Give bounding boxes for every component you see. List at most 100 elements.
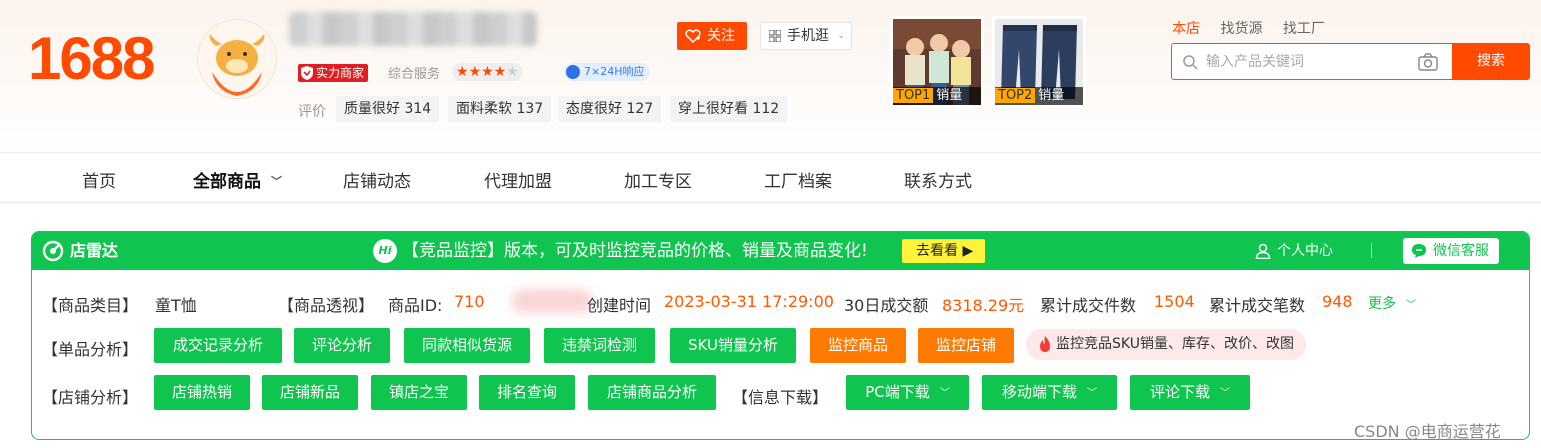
radar-logo-icon bbox=[42, 240, 64, 262]
shop-new-items-button[interactable]: 店铺新品 bbox=[262, 375, 358, 410]
ranking-query-button[interactable]: 排名查询 bbox=[479, 375, 575, 410]
site-logo[interactable]: 1688 bbox=[28, 26, 155, 92]
review-download-label: 评论下载 bbox=[1149, 383, 1210, 401]
single-analysis-label: 【单品分析】 bbox=[42, 340, 139, 359]
tab-find-source[interactable]: 找货源 bbox=[1220, 21, 1262, 37]
shop-nav: 首页 全部商品 ﹀ 店铺动态 代理加盟 加工专区 工厂档案 联系方式 bbox=[0, 152, 1541, 204]
top-rank-type: 销量 bbox=[1038, 88, 1065, 103]
shop-name-blurred bbox=[289, 12, 537, 46]
eval-tag[interactable]: 质量很好 314 bbox=[336, 96, 440, 122]
category-value: 童T恤 bbox=[155, 296, 197, 315]
created-label: 创建时间 bbox=[587, 296, 652, 315]
cow-mascot-icon bbox=[198, 20, 276, 98]
response-badge-label: 7×24H响应 bbox=[584, 65, 645, 78]
follow-label: 关注 bbox=[707, 28, 735, 44]
tab-find-factory[interactable]: 找工厂 bbox=[1283, 21, 1325, 37]
top-product-1[interactable]: TOP1 销量 bbox=[890, 16, 984, 108]
review-analysis-button[interactable]: 评论分析 bbox=[294, 328, 390, 363]
more-label: 更多 bbox=[1368, 296, 1396, 312]
shield-icon bbox=[301, 66, 313, 80]
nav-contact[interactable]: 联系方式 bbox=[904, 167, 972, 192]
plugin-promo-message: 【竞品监控】版本，可及时监控竞品的价格、销量及商品变化! bbox=[402, 241, 868, 261]
star-icon: ★ bbox=[493, 64, 507, 80]
sku-sales-analysis-button[interactable]: SKU销量分析 bbox=[670, 328, 796, 363]
service-rating: ★ ★ ★ ★ ★ bbox=[452, 63, 523, 81]
search-scope-tabs: 本店 找货源 找工厂 bbox=[1172, 18, 1341, 38]
product-id-label: 商品ID: bbox=[388, 296, 443, 315]
mobile-download-button[interactable]: 移动端下载 ﹀ bbox=[982, 375, 1117, 410]
monitor-sku-pill[interactable]: 监控竞品SKU销量、库存、改价、改图 bbox=[1026, 329, 1306, 360]
watermark: CSDN @电商运营花 bbox=[1354, 422, 1501, 441]
hi-icon: Hi bbox=[373, 239, 397, 263]
nav-shop-news[interactable]: 店铺动态 bbox=[343, 167, 411, 192]
search-icon bbox=[1183, 55, 1198, 70]
search-button[interactable]: 搜索 bbox=[1452, 43, 1530, 80]
grid-icon bbox=[769, 30, 781, 42]
go-see-button[interactable]: 去看看 ▶ bbox=[902, 239, 986, 263]
shop-avatar[interactable] bbox=[198, 20, 276, 98]
sales30-value: 8318.29元 bbox=[942, 296, 1025, 315]
strength-merchant-label: 实力商家 bbox=[316, 66, 365, 80]
banned-word-check-button[interactable]: 违禁词检测 bbox=[544, 328, 655, 363]
divider bbox=[1371, 243, 1372, 258]
tab-this-shop[interactable]: 本店 bbox=[1172, 21, 1200, 37]
shop-treasure-button[interactable]: 镇店之宝 bbox=[371, 375, 467, 410]
top-product-label: TOP1 销量 bbox=[893, 87, 981, 105]
star-icon: ★ bbox=[468, 64, 482, 80]
similar-source-button[interactable]: 同款相似货源 bbox=[404, 328, 530, 363]
nav-factory-profile[interactable]: 工厂档案 bbox=[764, 167, 832, 192]
monitor-shop-button[interactable]: 监控店铺 bbox=[918, 328, 1014, 363]
nav-all-products[interactable]: 全部商品 ﹀ bbox=[193, 167, 282, 192]
wechat-service-button[interactable]: 微信客服 bbox=[1403, 238, 1499, 264]
evaluation-label: 评价 bbox=[298, 104, 326, 120]
orders-value: 948 bbox=[1322, 292, 1353, 311]
shop-analysis-label: 【店铺分析】 bbox=[42, 388, 139, 407]
play-arrow-icon: ▶ bbox=[962, 243, 974, 259]
orders-label: 累计成交笔数 bbox=[1209, 296, 1306, 315]
review-download-button[interactable]: 评论下载 ﹀ bbox=[1130, 375, 1250, 410]
wechat-service-label: 微信客服 bbox=[1433, 243, 1489, 259]
mobile-browse-button[interactable]: 手机逛 ⌄ bbox=[760, 22, 852, 50]
clock-icon bbox=[566, 65, 580, 79]
go-see-label: 去看看 bbox=[916, 243, 958, 259]
strength-merchant-badge: 实力商家 bbox=[298, 64, 369, 82]
search-input[interactable] bbox=[1206, 51, 1406, 73]
user-center-link[interactable]: 个人中心 bbox=[1255, 241, 1333, 261]
response-badge: 7×24H响应 bbox=[564, 63, 651, 81]
chat-bubble-icon bbox=[1412, 244, 1426, 258]
user-center-label: 个人中心 bbox=[1277, 243, 1333, 259]
eval-tag[interactable]: 穿上很好看 112 bbox=[670, 96, 788, 122]
eval-tag[interactable]: 面料柔软 137 bbox=[448, 96, 552, 122]
chevron-down-icon: ﹀ bbox=[1220, 388, 1230, 399]
pieces-label: 累计成交件数 bbox=[1040, 296, 1137, 315]
flame-icon bbox=[1040, 336, 1050, 352]
pieces-value: 1504 bbox=[1154, 292, 1195, 311]
product-id-value: 710 bbox=[454, 292, 485, 311]
download-label: 【信息下载】 bbox=[732, 388, 829, 407]
follow-button[interactable]: 关注 bbox=[677, 22, 747, 50]
nav-home[interactable]: 首页 bbox=[82, 167, 116, 192]
chevron-down-icon: ﹀ bbox=[1087, 388, 1097, 399]
shop-hot-sales-button[interactable]: 店铺热销 bbox=[154, 375, 250, 410]
chevron-down-icon: ﹀ bbox=[271, 175, 282, 188]
mobile-browse-label: 手机逛 bbox=[787, 28, 829, 44]
search-box bbox=[1171, 43, 1453, 80]
plugin-logo[interactable]: 店雷达 bbox=[42, 240, 118, 262]
trade-record-analysis-button[interactable]: 成交记录分析 bbox=[154, 328, 282, 363]
top-product-2[interactable]: TOP2 销量 bbox=[992, 16, 1086, 108]
nav-processing[interactable]: 加工专区 bbox=[624, 167, 692, 192]
eval-tag[interactable]: 态度很好 127 bbox=[558, 96, 662, 122]
star-icon: ★ bbox=[456, 64, 469, 80]
monitor-product-button[interactable]: 监控商品 bbox=[810, 328, 906, 363]
product-id-blurred bbox=[512, 289, 592, 313]
top-rank: TOP2 bbox=[995, 88, 1036, 103]
more-toggle[interactable]: 更多 ﹀ bbox=[1368, 293, 1416, 313]
sales30-label: 30日成交额 bbox=[844, 296, 929, 315]
mobile-download-label: 移动端下载 bbox=[1001, 383, 1077, 401]
insight-label: 【商品透视】 bbox=[278, 296, 375, 315]
nav-all-products-label: 全部商品 bbox=[193, 172, 261, 192]
pc-download-button[interactable]: PC端下载 ﹀ bbox=[846, 375, 969, 410]
camera-icon[interactable] bbox=[1418, 53, 1438, 71]
shop-product-analysis-button[interactable]: 店铺商品分析 bbox=[588, 375, 716, 410]
nav-franchise[interactable]: 代理加盟 bbox=[484, 167, 552, 192]
